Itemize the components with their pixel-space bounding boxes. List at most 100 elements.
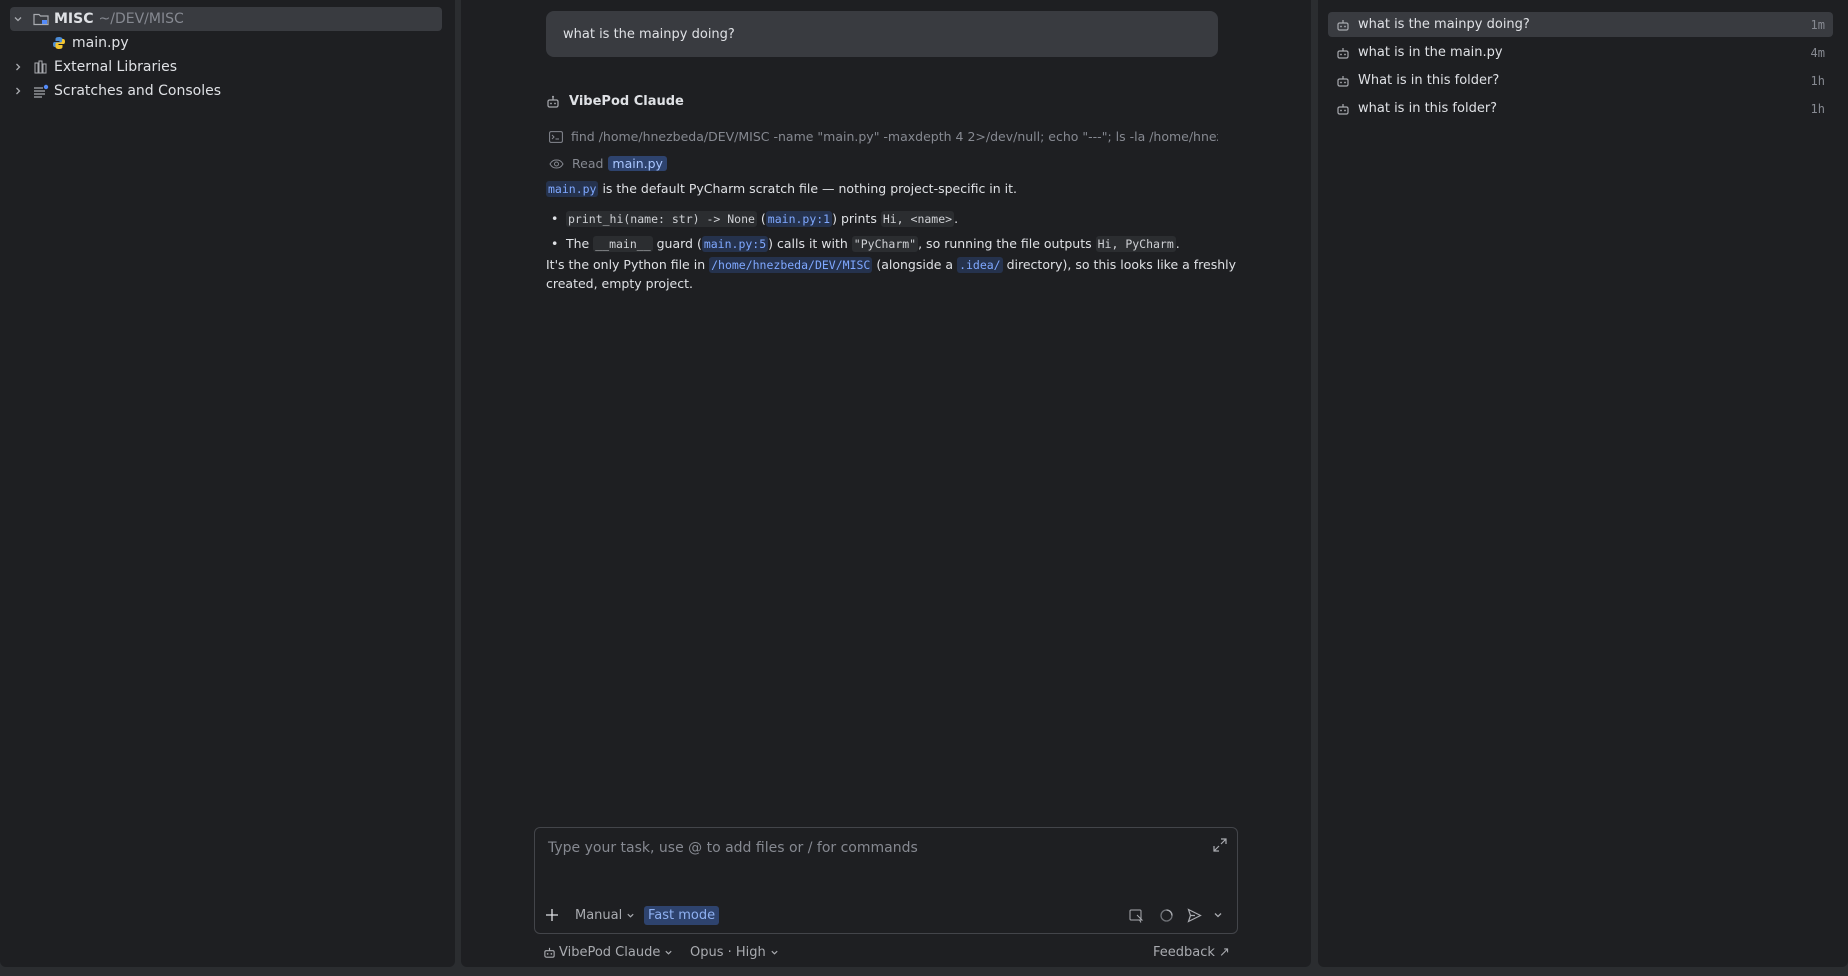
history-item[interactable]: what is in the main.py 4m (1328, 40, 1833, 65)
inline-code: __main__ (593, 236, 653, 252)
inline-code-link[interactable]: main.py (546, 181, 599, 197)
select-element-button[interactable] (1129, 903, 1144, 927)
robot-icon (1336, 46, 1350, 60)
add-context-button[interactable] (545, 903, 559, 927)
python-file-icon (50, 35, 68, 51)
answer-text: is the default PyCharm scratch file — no… (598, 181, 1018, 196)
user-message-text: what is the mainpy doing? (563, 26, 735, 42)
plus-icon (545, 908, 559, 922)
tool-call-command[interactable]: find /home/hnezbeda/DEV/MISC -name "main… (546, 129, 1218, 144)
history-title: what is the mainpy doing? (1358, 17, 1530, 32)
fast-mode-toggle[interactable]: Fast mode (644, 903, 720, 927)
file-line-link[interactable]: main.py:5 (701, 236, 769, 252)
chat-input-box[interactable]: Type your task, use @ to add files or / … (534, 827, 1238, 934)
project-panel: MISC ~/DEV/MISC main.py External Librari… (0, 0, 455, 967)
history-time: 1h (1810, 73, 1825, 88)
path-link[interactable]: /home/hnezbeda/DEV/MISC (709, 257, 873, 273)
history-item[interactable]: what is in this folder? 1h (1328, 96, 1833, 121)
robot-icon (1336, 102, 1350, 116)
eye-icon (549, 158, 564, 169)
answer-text: directory), so this looks like a freshly (1002, 257, 1237, 272)
answer-text: , so running the file outputs (918, 236, 1096, 251)
inline-code: Hi, PyCharm (1095, 236, 1176, 252)
send-options-dropdown[interactable] (1213, 903, 1223, 927)
tree-item-label: External Libraries (54, 59, 177, 75)
answer-paragraph-line2: created, empty project. (546, 276, 693, 291)
answer-text: ) prints (832, 211, 881, 226)
chevron-down-icon (664, 948, 673, 957)
spinner-icon (1159, 908, 1174, 923)
tree-root-label: MISC (54, 11, 94, 27)
answer-bullet-1: print_hi(name: str) -> None (main.py:1) … (551, 211, 959, 227)
answer-text: ) calls it with (768, 236, 852, 251)
chevron-down-icon[interactable] (10, 11, 26, 27)
file-line-link[interactable]: main.py:1 (765, 211, 833, 227)
mode-label: Manual (575, 907, 623, 923)
answer-bullet-2: The __main__ guard (main.py:5) calls it … (551, 236, 1180, 252)
tree-root-path: ~/DEV/MISC (98, 11, 184, 27)
answer-paragraph: It's the only Python file in /home/hnezb… (546, 257, 1237, 273)
tree-root-misc[interactable]: MISC ~/DEV/MISC (10, 7, 442, 31)
model-label: Opus · High (690, 944, 766, 960)
answer-text: It's the only Python file in (546, 257, 710, 272)
user-message: what is the mainpy doing? (546, 11, 1218, 57)
terminal-icon (549, 130, 563, 143)
tree-item-main-py[interactable]: main.py (50, 31, 129, 55)
tree-item-external-libraries[interactable]: External Libraries (10, 55, 177, 79)
answer-text: . (1175, 236, 1180, 251)
history-item[interactable]: What is in this folder? 1h (1328, 68, 1833, 93)
agent-selector[interactable]: VibePod Claude (543, 942, 673, 962)
robot-icon (1336, 18, 1350, 32)
chat-panel: what is the mainpy doing? VibePod Claude… (461, 0, 1311, 967)
agent-label: VibePod Claude (559, 944, 661, 960)
answer-text: (alongside a (872, 257, 958, 272)
select-element-icon (1129, 908, 1144, 923)
answer-text: . (954, 211, 959, 226)
inline-code: print_hi(name: str) -> None (566, 211, 757, 227)
assistant-header: VibePod Claude (546, 94, 684, 109)
inline-code: Hi, <name> (880, 211, 955, 227)
robot-icon (1336, 74, 1350, 88)
library-icon (32, 59, 50, 75)
send-button[interactable] (1187, 903, 1202, 927)
input-controls: Manual Fast mode (535, 903, 1237, 927)
tool-command-text: find /home/hnezbeda/DEV/MISC -name "main… (571, 129, 1218, 144)
chevron-right-icon[interactable] (10, 59, 26, 75)
assistant-name: VibePod Claude (569, 94, 684, 109)
robot-icon (543, 946, 556, 959)
send-icon (1187, 907, 1202, 923)
chat-input[interactable]: Type your task, use @ to add files or / … (548, 840, 918, 856)
feedback-label: Feedback ↗ (1153, 944, 1230, 960)
answer-text: The (566, 236, 594, 251)
tree-item-label: Scratches and Consoles (54, 83, 221, 99)
chevron-down-icon (1213, 910, 1223, 920)
inline-code-link[interactable]: .idea/ (957, 257, 1003, 273)
scratches-icon (32, 83, 50, 99)
inline-code: "PyCharm" (851, 236, 919, 252)
expand-icon[interactable] (1213, 838, 1227, 856)
chevron-down-icon (770, 948, 779, 957)
answer-text: ( (756, 211, 766, 226)
robot-icon (546, 95, 560, 109)
mode-dropdown[interactable]: Manual (575, 903, 635, 927)
chevron-right-icon[interactable] (10, 83, 26, 99)
read-file-chip[interactable]: main.py (608, 156, 667, 171)
model-selector[interactable]: Opus · High (690, 942, 779, 962)
fast-mode-label: Fast mode (644, 905, 720, 925)
history-item[interactable]: what is the mainpy doing? 1m (1328, 12, 1833, 37)
feedback-link[interactable]: Feedback ↗ (1153, 942, 1230, 962)
answer-intro: main.py is the default PyCharm scratch f… (546, 181, 1018, 197)
chevron-down-icon (626, 911, 635, 920)
tool-call-read[interactable]: Read main.py (546, 156, 667, 171)
history-time: 1m (1810, 17, 1825, 32)
history-title: what is in this folder? (1358, 101, 1498, 116)
history-title: What is in this folder? (1358, 73, 1500, 88)
progress-button[interactable] (1159, 903, 1174, 927)
tree-item-label: main.py (72, 35, 129, 51)
read-label: Read (572, 156, 604, 171)
history-panel: what is the mainpy doing? 1m what is in … (1318, 0, 1848, 967)
history-title: what is in the main.py (1358, 45, 1503, 60)
history-time: 4m (1810, 45, 1825, 60)
tree-item-scratches[interactable]: Scratches and Consoles (10, 79, 221, 103)
folder-icon (32, 11, 50, 27)
